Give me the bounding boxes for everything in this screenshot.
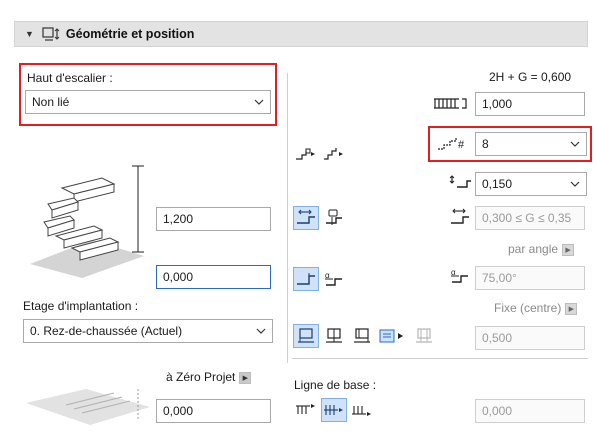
angle-button[interactable]: α <box>321 267 347 291</box>
baseline-center-button[interactable] <box>321 398 347 422</box>
svg-text:#: # <box>458 139 465 151</box>
going-tread-button[interactable] <box>321 206 347 230</box>
riser-height-select[interactable]: 0,150 <box>475 172 587 196</box>
arrow-right-icon[interactable]: ▶ <box>562 243 575 256</box>
going-icon <box>449 207 471 230</box>
arrow-right-icon[interactable]: ▶ <box>239 371 252 384</box>
row-divider <box>292 358 588 359</box>
baseline-right-button[interactable] <box>349 398 375 422</box>
baseline-left-button[interactable] <box>293 398 319 422</box>
angle-icon: α <box>449 267 471 288</box>
zero-project-label[interactable]: à Zéro Projet ▶ <box>166 370 252 384</box>
steps-value: 8 <box>482 137 489 151</box>
zero-project-input[interactable]: 0,000 <box>156 399 271 423</box>
stair-type-straight-button[interactable] <box>293 142 319 166</box>
base-offset-input[interactable]: 0,000 <box>156 265 271 289</box>
top-link-label: Haut d'escalier : <box>27 71 113 85</box>
chevron-down-icon <box>570 141 580 147</box>
section-header[interactable]: ▼ Géométrie et position <box>14 21 588 47</box>
align-disabled-button[interactable] <box>411 324 437 348</box>
stair-type-turning-button[interactable] <box>321 142 347 166</box>
riser-height-icon <box>449 175 473 194</box>
stair-preview-image <box>30 165 144 278</box>
align-right-button[interactable] <box>349 324 375 348</box>
section-title: Géométrie et position <box>65 27 195 41</box>
going-input[interactable]: 0,300 ≤ G ≤ 0,35 <box>475 206 585 230</box>
chevron-down-icon <box>254 99 264 105</box>
triangle-down-icon[interactable]: ▼ <box>25 29 34 39</box>
angle-input[interactable]: 75,00° <box>475 266 585 290</box>
top-link-select[interactable]: Non lié <box>25 90 271 114</box>
baseline-label: Ligne de base : <box>294 378 377 392</box>
riser-count-input[interactable]: 1,000 <box>475 92 585 116</box>
steps-select[interactable]: 8 <box>475 132 587 156</box>
stair-height-input[interactable]: 1,200 <box>156 207 271 231</box>
riser-count-icon <box>433 96 471 113</box>
fixe-centre-label[interactable]: Fixe (centre) ▶ <box>494 301 578 315</box>
zero-project-image <box>26 389 150 425</box>
align-center-button[interactable] <box>321 324 347 348</box>
column-divider <box>287 73 288 363</box>
par-angle-label[interactable]: par angle ▶ <box>508 242 575 256</box>
chevron-down-icon <box>256 328 266 334</box>
custom-align-button[interactable] <box>377 324 409 348</box>
flight-width-input[interactable]: 0,500 <box>475 326 585 350</box>
going-lock-button[interactable] <box>293 206 319 230</box>
formula-text: 2H + G = 0,600 <box>489 70 572 84</box>
top-link-value: Non lié <box>32 95 70 109</box>
angle-lock-button[interactable] <box>293 267 319 291</box>
align-left-button[interactable] <box>293 324 319 348</box>
steps-number-icon: # <box>436 135 470 154</box>
stair-geometry-icon <box>42 26 60 42</box>
riser-height-value: 0,150 <box>482 177 513 191</box>
baseline-offset-input[interactable]: 0,000 <box>475 399 585 423</box>
arrow-right-icon[interactable]: ▶ <box>565 302 578 315</box>
chevron-down-icon <box>570 181 580 187</box>
story-select[interactable]: 0. Rez-de-chaussée (Actuel) <box>23 319 273 343</box>
story-label: Etage d'implantation : <box>23 299 139 313</box>
story-value: 0. Rez-de-chaussée (Actuel) <box>30 324 183 338</box>
